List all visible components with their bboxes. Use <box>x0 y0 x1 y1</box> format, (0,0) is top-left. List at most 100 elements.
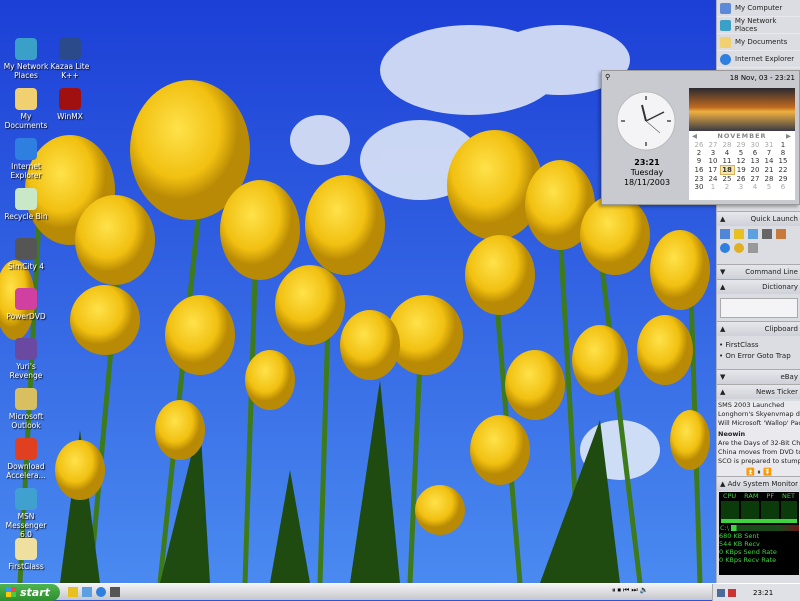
start-button[interactable]: start <box>0 584 60 601</box>
calendar-day[interactable]: 2 <box>692 149 706 157</box>
tray-clock[interactable]: 23:21 <box>753 589 773 597</box>
desktop-icon[interactable]: Recycle Bin <box>0 188 52 221</box>
desktop-icon[interactable]: WinMX <box>44 88 96 121</box>
app-icon[interactable] <box>762 229 772 239</box>
calendar-day[interactable]: 21 <box>762 166 776 175</box>
calendar-day[interactable]: 20 <box>748 166 762 175</box>
app-icon[interactable] <box>748 243 758 253</box>
section-dictionary[interactable]: ▲ Dictionary <box>717 279 800 294</box>
volume-icon[interactable]: 🔈 <box>640 586 649 595</box>
scroll-down-icon[interactable]: ⏬ <box>763 468 772 476</box>
section-clipboard[interactable]: ▲ Clipboard <box>717 321 800 336</box>
next-month-icon[interactable]: ▶ <box>786 132 792 140</box>
clipboard-item[interactable]: • FirstClass <box>719 340 791 351</box>
next-icon[interactable]: ⏭ <box>631 586 637 595</box>
pause-icon[interactable]: ⏸ <box>612 586 616 595</box>
calendar-day[interactable]: 26 <box>734 175 748 184</box>
app-icon[interactable] <box>110 587 120 597</box>
desktop-icon[interactable]: Download Accelera... <box>0 438 52 480</box>
calendar-day[interactable]: 25 <box>720 175 734 184</box>
calendar-day[interactable]: 19 <box>734 166 748 175</box>
calendar-day[interactable]: 12 <box>734 157 748 166</box>
pin-icon[interactable]: ⚲ <box>605 73 610 81</box>
news-item[interactable]: China moves from DVD to E <box>717 448 800 457</box>
desktop-icon[interactable]: PowerDVD <box>0 288 52 321</box>
desktop-icon[interactable]: Kazaa Lite K++ <box>44 38 96 80</box>
app-icon[interactable] <box>720 229 730 239</box>
warning-icon[interactable] <box>734 229 744 239</box>
ie-icon[interactable] <box>720 243 730 253</box>
scroll-up-icon[interactable]: ⏫ <box>746 468 755 476</box>
calendar-day[interactable]: 24 <box>706 175 720 184</box>
calendar-day[interactable]: 11 <box>720 157 734 166</box>
calendar-day[interactable]: 9 <box>692 157 706 166</box>
calendar-day[interactable]: 27 <box>706 141 720 149</box>
calendar-day[interactable]: 3 <box>734 183 748 191</box>
pause-icon[interactable]: ⏸ <box>757 468 761 476</box>
section-system-monitor[interactable]: ▲ Adv System Monitor <box>717 476 800 491</box>
calendar-day[interactable]: 30 <box>748 141 762 149</box>
news-item[interactable]: Are the Days of 32-Bit Chip <box>717 439 800 448</box>
calendar-day[interactable]: 16 <box>692 166 706 175</box>
desktop-icon[interactable]: MSN Messenger 6.0 <box>0 488 52 539</box>
sidebar-link-my-computer[interactable]: My Computer <box>717 0 800 17</box>
desktop-icon[interactable]: FirstClass <box>0 538 52 571</box>
desktop-icon[interactable]: Microsoft Outlook <box>0 388 52 430</box>
warning-icon[interactable] <box>68 587 78 597</box>
calendar-day[interactable]: 1 <box>706 183 720 191</box>
calendar-day[interactable]: 2 <box>720 183 734 191</box>
calendar-day[interactable]: 14 <box>762 157 776 166</box>
sidebar-link-network[interactable]: My Network Places <box>717 17 800 34</box>
calendar-day[interactable]: 15 <box>776 157 790 166</box>
calendar-day[interactable]: 30 <box>692 183 706 191</box>
calendar-day[interactable]: 7 <box>762 149 776 157</box>
calendar-day[interactable]: 1 <box>776 141 790 149</box>
prev-month-icon[interactable]: ◀ <box>692 132 698 140</box>
calendar-day[interactable]: 17 <box>706 166 720 175</box>
calendar-day[interactable]: 29 <box>734 141 748 149</box>
calendar-day[interactable]: 23 <box>692 175 706 184</box>
calendar-day[interactable]: 29 <box>776 175 790 184</box>
section-quick-launch[interactable]: ▲ Quick Launch <box>717 211 800 226</box>
clipboard-item[interactable]: • On Error Goto Trap <box>719 351 791 362</box>
section-news-ticker[interactable]: ▲ News Ticker <box>717 384 800 399</box>
ie-icon[interactable] <box>96 587 106 597</box>
stop-icon[interactable]: ⏹ <box>618 586 622 595</box>
calendar-day[interactable]: 26 <box>692 141 706 149</box>
calendar-day[interactable]: 28 <box>762 175 776 184</box>
calendar-day[interactable]: 31 <box>762 141 776 149</box>
desktop-icon[interactable]: SimCity 4 <box>0 238 52 271</box>
news-item[interactable]: SCO is prepared to stump I <box>717 457 800 466</box>
calendar-day[interactable]: 22 <box>776 166 790 175</box>
calendar-day[interactable]: 6 <box>776 183 790 191</box>
app-icon[interactable] <box>82 587 92 597</box>
app-icon[interactable] <box>776 229 786 239</box>
calendar-day[interactable]: 13 <box>748 157 762 166</box>
media-icon[interactable] <box>734 243 744 253</box>
calendar-day[interactable]: 18 <box>719 165 735 175</box>
tray-icon[interactable] <box>717 588 725 597</box>
news-item[interactable]: Will Microsoft 'Wallop' Pack <box>717 419 800 428</box>
previous-icon[interactable]: ⏮ <box>623 586 629 595</box>
calendar-day[interactable]: 3 <box>706 149 720 157</box>
news-item[interactable]: Longhorn's Skyenvmap der <box>717 410 800 419</box>
dictionary-input[interactable] <box>720 298 798 318</box>
section-command-line[interactable]: ▼ Command Line <box>717 264 800 279</box>
sidebar-link-documents[interactable]: My Documents <box>717 34 800 51</box>
calendar-day[interactable]: 8 <box>776 149 790 157</box>
calendar-day[interactable]: 4 <box>748 183 762 191</box>
calendar-day[interactable]: 27 <box>748 175 762 184</box>
sidebar-link-ie[interactable]: Internet Explorer <box>717 51 800 68</box>
desktop-icon[interactable]: Yuri's Revenge <box>0 338 52 380</box>
calendar-day[interactable]: 6 <box>748 149 762 157</box>
section-ebay[interactable]: ▼ eBay <box>717 369 800 384</box>
calendar-day[interactable]: 4 <box>720 149 734 157</box>
calendar-day[interactable]: 5 <box>762 183 776 191</box>
news-item[interactable]: SMS 2003 Launched <box>717 401 800 410</box>
tray-icon[interactable] <box>728 588 736 597</box>
calendar-day[interactable]: 5 <box>734 149 748 157</box>
desktop-icon[interactable]: Internet Explorer <box>0 138 52 180</box>
calendar-day[interactable]: 28 <box>720 141 734 149</box>
app-icon[interactable] <box>748 229 758 239</box>
calendar-day[interactable]: 10 <box>706 157 720 166</box>
